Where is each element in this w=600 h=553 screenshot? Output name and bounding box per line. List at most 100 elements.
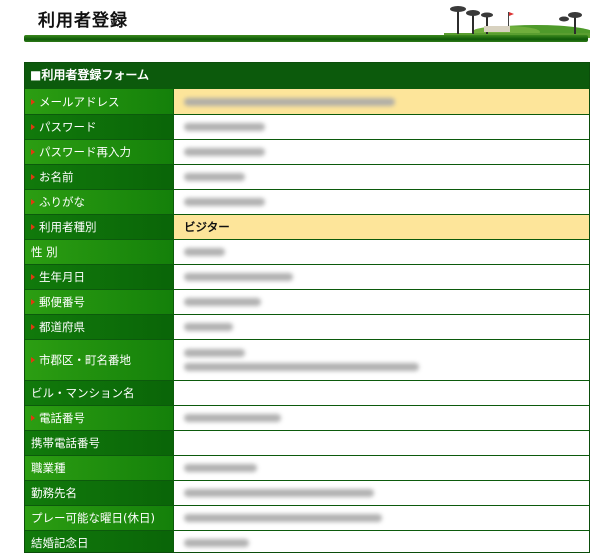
form-row: ビル・マンション名: [25, 381, 589, 405]
redacted-value: [184, 298, 261, 306]
field-value[interactable]: [174, 290, 589, 314]
redacted-value: [184, 363, 419, 371]
field-value[interactable]: [174, 406, 589, 430]
form-row: 性 別: [25, 240, 589, 264]
form-row: 都道府県: [25, 315, 589, 339]
field-label-text: 携帯電話番号: [31, 436, 100, 450]
form-row: 職業種: [25, 456, 589, 480]
field-value[interactable]: [174, 240, 589, 264]
field-label: メールアドレス: [25, 89, 173, 114]
field-label: 性 別: [25, 240, 173, 264]
redacted-value: [184, 198, 265, 206]
field-value[interactable]: [174, 340, 589, 380]
field-value[interactable]: [174, 140, 589, 164]
field-value[interactable]: [174, 315, 589, 339]
redacted-value: [184, 248, 225, 256]
field-value[interactable]: [174, 381, 589, 405]
form-row: 勤務先名: [25, 481, 589, 505]
field-value[interactable]: [174, 481, 589, 505]
form-row: 携帯電話番号: [25, 431, 589, 455]
field-label: パスワード: [25, 115, 173, 139]
field-label-text: 利用者種別: [39, 220, 97, 234]
field-label: 郵便番号: [25, 290, 173, 314]
form-row: パスワード再入力: [25, 140, 589, 164]
field-label: プレー可能な曜日(休日): [25, 506, 173, 530]
form-row: メールアドレス: [25, 89, 589, 114]
form-row: 電話番号: [25, 406, 589, 430]
field-label-text: プレー可能な曜日(休日): [31, 511, 155, 525]
required-marker-icon: [31, 124, 35, 130]
field-value[interactable]: [174, 115, 589, 139]
field-value[interactable]: [174, 165, 589, 189]
header-divider: [24, 35, 588, 42]
field-label-text: ふりがな: [39, 195, 85, 209]
redacted-value: [184, 123, 265, 131]
field-label: ビル・マンション名: [25, 381, 173, 405]
form-row: 結婚記念日: [25, 531, 589, 552]
field-label: ふりがな: [25, 190, 173, 214]
registration-form: ■利用者登録フォーム メールアドレス パスワードパスワード再入力 お名前ふりがな利用…: [24, 62, 590, 553]
field-label-text: メールアドレス: [39, 94, 120, 109]
redacted-value: [184, 148, 265, 156]
page-title: 利用者登録: [38, 11, 128, 31]
required-marker-icon: [31, 357, 35, 363]
required-marker-icon: [31, 174, 35, 180]
field-label: 勤務先名: [25, 481, 173, 505]
required-marker-icon: [31, 199, 35, 205]
form-row: ふりがな: [25, 190, 589, 214]
form-row: 生年月日: [25, 265, 589, 289]
field-label-text: お名前: [39, 170, 74, 184]
field-label: 市郡区・町名番地: [25, 340, 173, 380]
redacted-value: [184, 273, 294, 281]
redacted-value: [184, 489, 375, 497]
form-row: 郵便番号: [25, 290, 589, 314]
form-row: プレー可能な曜日(休日): [25, 506, 589, 530]
redacted-value: [184, 539, 249, 547]
field-value-text: ビジター: [184, 220, 230, 234]
field-label-text: ビル・マンション名: [31, 386, 135, 400]
page-header: 利用者登録: [0, 0, 600, 46]
form-rows: メールアドレス パスワードパスワード再入力 お名前ふりがな利用者種別 ビジター性 別生…: [25, 89, 589, 552]
field-value[interactable]: [174, 265, 589, 289]
field-label-text: 性 別: [31, 245, 58, 259]
field-value[interactable]: [174, 531, 589, 552]
field-label-text: パスワード再入力: [39, 145, 131, 159]
golf-course-illustration: [444, 6, 590, 38]
field-label-text: 郵便番号: [39, 295, 85, 309]
field-label: パスワード再入力: [25, 140, 173, 164]
redacted-value: [184, 414, 282, 422]
redacted-value: [184, 514, 383, 522]
field-label-text: 職業種: [31, 461, 66, 475]
field-label-text: 電話番号: [39, 411, 85, 425]
form-row: 利用者種別 ビジター: [25, 215, 589, 239]
field-label: 都道府県: [25, 315, 173, 339]
field-label-text: 勤務先名: [31, 486, 77, 500]
field-value[interactable]: [174, 506, 589, 530]
form-header: ■利用者登録フォーム: [25, 63, 589, 88]
field-label-text: 生年月日: [39, 270, 85, 284]
required-marker-icon: [31, 324, 35, 330]
field-value[interactable]: [174, 431, 589, 455]
field-value[interactable]: [174, 456, 589, 480]
field-label: 電話番号: [25, 406, 173, 430]
form-row: 市郡区・町名番地: [25, 340, 589, 380]
field-label: 生年月日: [25, 265, 173, 289]
required-marker-icon: [31, 149, 35, 155]
required-marker-icon: [31, 274, 35, 280]
field-label-text: 市郡区・町名番地: [39, 353, 131, 367]
field-value[interactable]: [174, 190, 589, 214]
field-label: 利用者種別: [25, 215, 173, 239]
redacted-value: [184, 323, 233, 331]
required-marker-icon: [31, 224, 35, 230]
form-row: お名前: [25, 165, 589, 189]
field-label: 結婚記念日: [25, 531, 173, 552]
field-label: お名前: [25, 165, 173, 189]
redacted-value: [184, 173, 245, 181]
field-label: 携帯電話番号: [25, 431, 173, 455]
field-label-text: 都道府県: [39, 320, 85, 334]
field-label-text: 結婚記念日: [31, 536, 89, 550]
field-value[interactable]: ビジター: [174, 215, 589, 239]
field-value[interactable]: [174, 89, 589, 114]
form-row: パスワード: [25, 115, 589, 139]
field-label-text: パスワード: [39, 120, 97, 134]
